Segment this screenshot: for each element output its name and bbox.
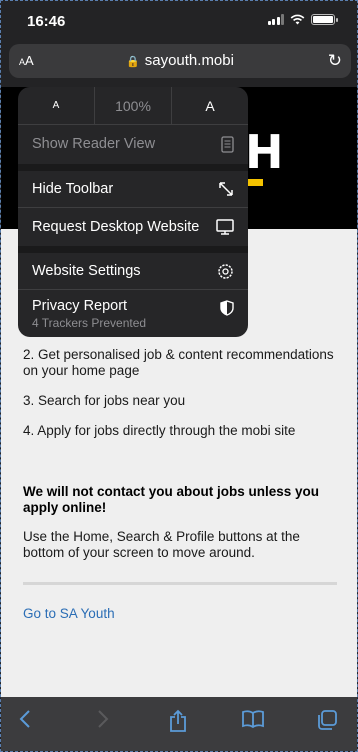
bottom-toolbar [1, 697, 357, 751]
zoom-controls: A 100% A [18, 87, 248, 125]
go-to-sa-youth-link[interactable]: Go to SA Youth [23, 606, 115, 621]
menu-separator [18, 289, 248, 290]
menu-item-request-desktop-website[interactable]: Request Desktop Website [18, 219, 248, 235]
menu-separator [18, 207, 248, 208]
menu-separator [18, 246, 248, 253]
help-text: Use the Home, Search & Profile buttons a… [23, 529, 300, 560]
status-bar: 16:46 [1, 1, 357, 41]
url-field[interactable]: 🔒 sayouth.mobi [9, 52, 351, 69]
share-icon[interactable] [169, 709, 187, 739]
status-icons [267, 14, 338, 25]
cellular-signal-icon [267, 14, 284, 25]
divider [23, 582, 337, 585]
desktop-icon [216, 219, 234, 235]
lock-icon: 🔒 [126, 56, 140, 68]
status-time: 16:46 [27, 13, 66, 30]
reader-view-icon [221, 136, 234, 153]
gear-icon [218, 264, 233, 279]
zoom-in-button[interactable]: A [172, 87, 248, 124]
menu-item-privacy-report[interactable]: Privacy Report 4 Trackers Prevented [18, 298, 248, 330]
list-item: 2. Get personalised job & content recomm… [23, 347, 334, 378]
page-settings-menu: A 100% A Show Reader View Hide Toolbar R… [18, 87, 248, 337]
zoom-level[interactable]: 100% [95, 87, 172, 124]
tabs-icon[interactable] [316, 709, 338, 737]
menu-item-website-settings[interactable]: Website Settings [18, 263, 248, 279]
wifi-icon [290, 14, 305, 25]
bookmarks-icon[interactable] [241, 709, 265, 735]
resize-arrows-icon [219, 182, 233, 196]
list-item: 3. Search for jobs near you [23, 393, 186, 408]
list-item: 4. Apply for jobs directly through the m… [23, 423, 296, 438]
menu-separator [18, 164, 248, 171]
trackers-prevented-count: 4 Trackers Prevented [32, 316, 147, 330]
forward-icon[interactable] [97, 709, 109, 735]
logo-fragment: H [245, 125, 284, 179]
phone-screen: 16:46 AA 🔒sayouth.mobi ↻ H 2. Get perso [0, 0, 358, 752]
menu-item-show-reader-view[interactable]: Show Reader View [18, 136, 248, 153]
zoom-out-button[interactable]: A [18, 87, 95, 124]
menu-item-hide-toolbar[interactable]: Hide Toolbar [18, 181, 248, 197]
url-text: sayouth.mobi [144, 52, 234, 69]
battery-icon [311, 14, 338, 25]
shield-icon [220, 300, 234, 316]
back-icon[interactable] [19, 709, 31, 735]
address-bar[interactable]: AA 🔒 sayouth.mobi ↻ [9, 44, 351, 78]
reload-icon[interactable]: ↻ [328, 51, 342, 71]
steps-list: 2. Get personalised job & content recomm… [23, 347, 343, 453]
notice-text: We will not contact you about jobs unles… [23, 484, 320, 515]
